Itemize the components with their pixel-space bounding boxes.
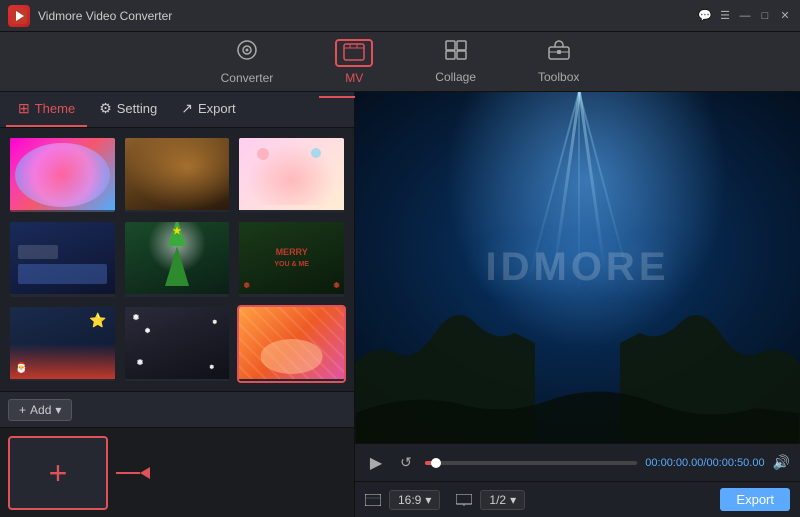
- tab-setting[interactable]: ⚙ Setting: [87, 92, 169, 127]
- theme-stripes-waves[interactable]: Stripes & Waves: [237, 305, 346, 383]
- player-controls: ▶ ↺ 00:00:00.00/00:00:50.00 🔊: [355, 443, 800, 481]
- mv-icon: [335, 39, 373, 67]
- theme-santa-claus[interactable]: ⭐ 🎅 Santa Claus: [8, 305, 117, 383]
- nav-label-toolbox: Toolbox: [538, 70, 579, 84]
- theme-happy[interactable]: Happy: [237, 136, 346, 214]
- media-add-box[interactable]: +: [8, 436, 108, 510]
- add-plus-icon: +: [19, 403, 26, 417]
- progress-thumb[interactable]: [431, 458, 441, 468]
- close-button[interactable]: ✕: [778, 9, 792, 23]
- toolbox-icon: [548, 40, 570, 66]
- media-strip: +: [0, 427, 354, 517]
- minimize-button[interactable]: —: [738, 9, 752, 23]
- theme-simple-thumb: [10, 222, 115, 294]
- add-label: Add: [30, 403, 51, 417]
- aspect-ratio-icon-group: [365, 494, 381, 506]
- theme-simple[interactable]: Simple: [8, 220, 117, 298]
- theme-christmas-thumb: ★: [125, 222, 230, 294]
- replay-button[interactable]: ↺: [395, 452, 417, 474]
- theme-chic[interactable]: Chic: [8, 136, 117, 214]
- theme-stripes-label: Stripes & Waves: [239, 379, 344, 383]
- nav-item-converter[interactable]: Converter: [205, 33, 290, 91]
- nav-item-toolbox[interactable]: Toolbox: [522, 34, 595, 90]
- theme-happy-label: Happy: [239, 210, 344, 214]
- tab-export[interactable]: ↗ Export: [169, 92, 247, 127]
- title-bar: Vidmore Video Converter 💬 ☰ — □ ✕: [0, 0, 800, 32]
- tab-theme-label: Theme: [35, 101, 75, 116]
- tab-theme[interactable]: ⊞ Theme: [6, 92, 87, 127]
- add-dropdown-icon: ▾: [55, 403, 61, 417]
- main-area: ⊞ Theme ⚙ Setting ↗ Export Chic: [0, 92, 800, 517]
- theme-neat[interactable]: Neat: [123, 136, 232, 214]
- app-title: Vidmore Video Converter: [38, 9, 698, 23]
- theme-snowy-label: Snowy Night: [125, 379, 230, 383]
- theme-stripes-thumb: [239, 307, 344, 379]
- screen-selector[interactable]: 1/2 ▾: [480, 490, 525, 510]
- media-add-plus-icon: +: [49, 457, 68, 489]
- ratio-selector[interactable]: 16:9 ▾: [389, 490, 440, 510]
- nav-item-mv[interactable]: MV: [319, 33, 389, 91]
- collage-icon: [445, 40, 467, 66]
- aspect-icon: [365, 494, 381, 506]
- chat-icon[interactable]: 💬: [698, 9, 712, 23]
- converter-icon: [236, 39, 258, 67]
- window-controls: 💬 ☰ — □ ✕: [698, 9, 792, 23]
- left-panel: ⊞ Theme ⚙ Setting ↗ Export Chic: [0, 92, 355, 517]
- app-logo: [8, 5, 30, 27]
- right-panel: IDMORE ▶ ↺ 00:00:00.00/00:00:50.00 🔊 16:…: [355, 92, 800, 517]
- theme-neat-label: Neat: [125, 210, 230, 214]
- export-arrow-icon: ↗: [181, 100, 193, 117]
- nav-label-mv: MV: [345, 71, 363, 85]
- theme-chic-thumb: [10, 138, 115, 210]
- theme-santa-thumb: ⭐ 🎅: [10, 307, 115, 379]
- theme-christmas-label: Christmas Eve: [125, 294, 230, 298]
- theme-happy-thumb: [239, 138, 344, 210]
- screen-dropdown-icon: ▾: [510, 493, 516, 507]
- progress-bar[interactable]: [425, 461, 637, 465]
- screen-icon-group: [456, 494, 472, 506]
- nav-label-converter: Converter: [221, 71, 274, 85]
- screen-icon: [456, 494, 472, 506]
- theme-merry-thumb: MERRYYOU & ME ❅ ❅: [239, 222, 344, 294]
- ratio-dropdown-icon: ▾: [425, 493, 431, 507]
- theme-grid-icon: ⊞: [18, 100, 30, 117]
- setting-gear-icon: ⚙: [99, 100, 112, 117]
- volume-icon[interactable]: 🔊: [773, 454, 790, 471]
- play-button[interactable]: ▶: [365, 452, 387, 474]
- tab-bar: ⊞ Theme ⚙ Setting ↗ Export: [0, 92, 354, 128]
- add-button[interactable]: + Add ▾: [8, 399, 72, 421]
- nav-item-collage[interactable]: Collage: [419, 34, 492, 90]
- theme-merry-label: Merry Christmas: [239, 294, 344, 298]
- nav-label-collage: Collage: [435, 70, 476, 84]
- theme-grid: Chic Neat Happy: [0, 128, 354, 391]
- screen-value: 1/2: [489, 493, 506, 507]
- restore-button[interactable]: □: [758, 9, 772, 23]
- ratio-value: 16:9: [398, 493, 421, 507]
- menu-icon[interactable]: ☰: [718, 9, 732, 23]
- nav-bar: Converter MV Collage: [0, 32, 800, 92]
- time-display: 00:00:00.00/00:00:50.00: [645, 457, 764, 469]
- theme-santa-label: Santa Claus: [10, 379, 115, 383]
- video-preview: IDMORE: [355, 92, 800, 443]
- theme-simple-label: Simple: [10, 294, 115, 298]
- add-bar: + Add ▾: [0, 391, 354, 427]
- theme-snowy-night[interactable]: ❅ ❅ ❅ ❅ ❅ Snowy Night: [123, 305, 232, 383]
- tab-setting-label: Setting: [117, 101, 157, 116]
- vidmore-watermark: IDMORE: [486, 245, 670, 290]
- theme-neat-thumb: [125, 138, 230, 210]
- theme-merry-christmas[interactable]: MERRYYOU & ME ❅ ❅ Merry Christmas: [237, 220, 346, 298]
- theme-snowy-thumb: ❅ ❅ ❅ ❅ ❅: [125, 307, 230, 379]
- theme-christmas-eve[interactable]: ★ Christmas Eve: [123, 220, 232, 298]
- export-button[interactable]: Export: [720, 488, 790, 511]
- bottom-bar: 16:9 ▾ 1/2 ▾ Export: [355, 481, 800, 517]
- tab-export-label: Export: [198, 101, 236, 116]
